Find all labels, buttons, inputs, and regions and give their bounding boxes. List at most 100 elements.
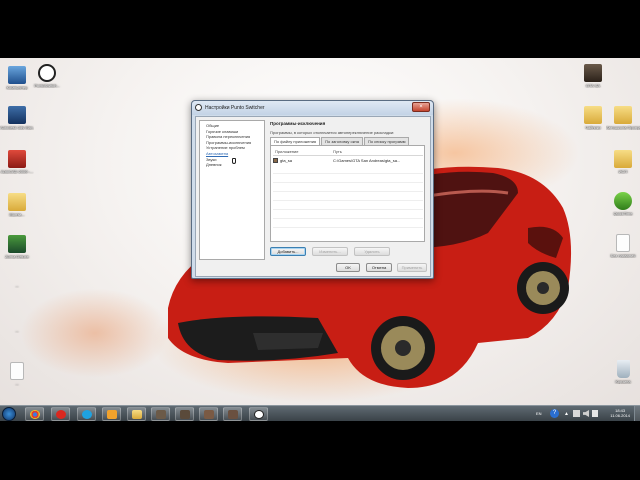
help-icon[interactable]: ? [550, 409, 559, 418]
tab-by-program-list[interactable]: По списку программ [363, 137, 410, 145]
taskbar-window[interactable] [151, 407, 170, 421]
add-button[interactable]: Добавить... [270, 247, 306, 256]
list-gridline [273, 191, 423, 192]
taskbar-media-player[interactable] [102, 407, 121, 421]
gta-app-icon [273, 158, 278, 163]
desktop-icon-folder[interactable]: ИСП [606, 150, 640, 174]
image-icon [204, 410, 214, 419]
list-item[interactable]: gta_sa C:\Games\GTA San Andreas\gta_sa..… [273, 157, 423, 164]
recycle-bin-icon [616, 360, 630, 378]
media-player-icon [107, 410, 117, 419]
clock[interactable]: 18:43 11.06.2014 [610, 408, 630, 418]
hand-cursor-icon [232, 158, 236, 164]
desktop[interactable]: Компьютер PuntoSwitch... Autodesk 3ds Ma… [0, 58, 640, 405]
remove-button[interactable]: Удалить [354, 247, 390, 256]
desktop-icon-shortcut[interactable]: ... [0, 283, 34, 288]
gta-icon [584, 64, 602, 82]
list-gridline [273, 182, 423, 183]
start-button[interactable] [2, 407, 16, 421]
taskbar-chrome[interactable] [25, 407, 44, 421]
edit-button[interactable]: Изменить... [312, 247, 348, 256]
document-icon [10, 362, 24, 380]
desktop-icon-file[interactable]: ... [0, 362, 34, 386]
skype-icon [82, 410, 92, 419]
list-gridline [273, 227, 423, 228]
list-header: Приложение Путь [273, 148, 423, 156]
tray-arrow-icon[interactable]: ▲ [564, 411, 569, 417]
list-gridline [273, 200, 423, 201]
panel-description: Программы, в которых отключается автопер… [270, 130, 395, 135]
image-icon [156, 410, 166, 419]
desktop-icon-folder[interactable]: Чайники [576, 106, 610, 130]
list-gridline [273, 209, 423, 210]
desktop-icon-computer[interactable]: Компьютер [0, 66, 34, 90]
list-gridline [273, 173, 423, 174]
language-indicator[interactable]: EN [536, 411, 542, 416]
punto-switcher-icon [195, 104, 202, 111]
clock-date: 11.06.2014 [610, 413, 630, 418]
exceptions-list[interactable]: Приложение Путь gta_sa C:\Games\GTA San … [270, 145, 425, 242]
taskbar-explorer[interactable] [127, 407, 146, 421]
exceptions-tabs: По файлу приложения По заголовку окна По… [270, 137, 410, 146]
window-title: Настройки Punto Switcher [205, 105, 265, 111]
autocad-icon [8, 150, 26, 168]
desktop-icon-shortcut[interactable]: ... [0, 328, 34, 333]
wallpaper-flame [20, 288, 170, 378]
folder-icon [8, 193, 26, 211]
dialog-footer: OK Отмена Применить [196, 263, 430, 275]
folder-icon [584, 106, 602, 124]
window-titlebar[interactable]: Настройки Punto Switcher × [192, 101, 433, 115]
image-icon [180, 410, 190, 419]
taskbar-opera[interactable] [51, 407, 70, 421]
ok-button[interactable]: OK [336, 263, 360, 272]
punto-switcher-settings-window: Настройки Punto Switcher × Общие Горячие… [191, 100, 434, 279]
list-gridline [273, 218, 423, 219]
taskbar-window[interactable] [175, 407, 194, 421]
apply-button[interactable]: Применить [397, 263, 427, 272]
desktop-icon-puntoswitcher[interactable]: PuntoSwitch... [30, 64, 64, 88]
desktop-icon-folder[interactable]: Автошкола Программы [606, 106, 640, 130]
show-desktop-button[interactable] [634, 406, 640, 422]
desktop-icon-quicktime[interactable]: QuickTime [606, 192, 640, 216]
taskbar-punto-switcher[interactable] [249, 407, 268, 421]
column-header-path[interactable]: Путь [333, 148, 342, 155]
flag-icon[interactable] [592, 410, 598, 417]
desktop-icon-recycle-bin[interactable]: Корзина [606, 360, 640, 384]
row-app-path: C:\Games\GTA San Andreas\gta_sa... [333, 158, 401, 163]
list-actions: Добавить... Изменить... Удалить [270, 247, 426, 257]
desktop-icon-autocad[interactable]: AutoCAD 2009 -... [0, 150, 34, 174]
taskbar-window[interactable] [223, 407, 242, 421]
taskbar: EN ? ▲ 18:43 11.06.2014 [0, 405, 640, 422]
punto-switcher-icon [38, 64, 56, 82]
network-icon[interactable] [573, 410, 580, 417]
taskbar-window[interactable] [199, 407, 218, 421]
letterbox-bottom [0, 421, 640, 480]
video-frame: Компьютер PuntoSwitch... Autodesk 3ds Ma… [0, 0, 640, 480]
letterbox-top [0, 0, 640, 58]
desktop-icon-file[interactable]: Без названия [606, 234, 640, 258]
tab-by-window-title[interactable]: По заголовку окна [321, 137, 363, 145]
folder-icon [132, 410, 142, 419]
image-icon [228, 410, 238, 419]
desktop-icon-3dsmax[interactable]: Autodesk 3ds Max... [0, 106, 34, 130]
game-icon [8, 235, 26, 253]
exceptions-panel: Программы-исключения Программы, в которы… [269, 120, 427, 260]
system-tray: EN ? ▲ 18:43 11.06.2014 [530, 406, 640, 422]
close-button[interactable]: × [412, 102, 430, 112]
desktop-icon-gta[interactable]: GTA SA [576, 64, 610, 88]
document-icon [616, 234, 630, 252]
window-body: Общие Горячие клавиши Правила переключен… [195, 116, 431, 277]
computer-icon [8, 66, 26, 84]
volume-icon[interactable] [583, 410, 589, 417]
punto-switcher-icon [254, 410, 264, 419]
desktop-icon-zuma[interactable]: Zuma Deluxe [0, 235, 34, 259]
column-header-application[interactable]: Приложение [275, 148, 298, 155]
opera-icon [56, 410, 66, 419]
desktop-icon-folder[interactable]: Монти... [0, 193, 34, 217]
settings-nav-tree: Общие Горячие клавиши Правила переключен… [199, 120, 265, 260]
taskbar-skype[interactable] [77, 407, 96, 421]
row-app-name: gta_sa [280, 158, 293, 163]
chrome-icon [30, 410, 40, 419]
panel-title: Программы-исключения [270, 121, 326, 126]
cancel-button[interactable]: Отмена [366, 263, 392, 272]
